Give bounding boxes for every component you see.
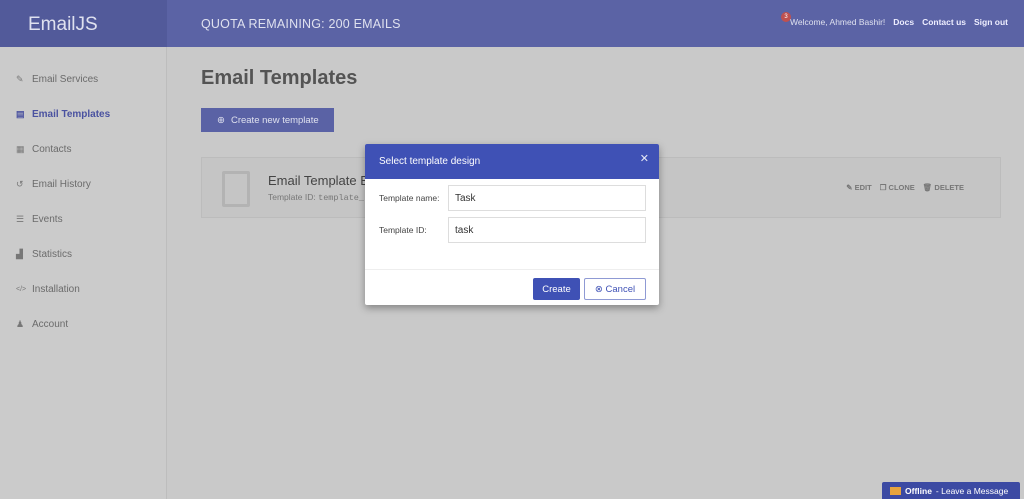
- cancel-circle-icon: ⊗: [594, 283, 603, 295]
- page-title: Email Templates: [201, 67, 358, 89]
- template-id-input[interactable]: [448, 217, 646, 243]
- template-id-label: Template ID:: [379, 225, 427, 235]
- file-icon: ▤: [16, 109, 25, 119]
- chart-icon: ▟: [16, 249, 23, 259]
- sidebar-item-email-history[interactable]: ↺ Email History: [0, 167, 166, 202]
- chat-widget[interactable]: Offline - Leave a Message: [882, 482, 1020, 499]
- clone-button[interactable]: ❐ CLONE: [880, 183, 915, 192]
- template-id: Template ID: template_: [268, 192, 365, 203]
- document-icon: [222, 171, 250, 207]
- main-content: Email Templates ⊕ Create new template Ema…: [201, 47, 1001, 218]
- close-icon[interactable]: ✕: [640, 152, 649, 165]
- sign-out-link[interactable]: Sign out: [974, 17, 1008, 27]
- list-icon: ☰: [16, 214, 25, 224]
- sidebar-item-statistics[interactable]: ▟ Statistics: [0, 237, 166, 272]
- user-icon: ♟: [16, 319, 25, 329]
- address-card-icon: ▦: [16, 144, 25, 154]
- plug-icon: ✎: [16, 74, 24, 84]
- modal-title: Select template design: [379, 156, 481, 167]
- history-icon: ↺: [16, 179, 24, 189]
- sidebar-item-installation[interactable]: </> Installation: [0, 272, 166, 307]
- welcome-text: 3 Welcome, Ahmed Bashir!: [781, 12, 885, 27]
- sidebar-item-account[interactable]: ♟ Account: [0, 307, 166, 342]
- template-name-input[interactable]: [448, 185, 646, 211]
- plus-circle-icon: ⊕: [217, 114, 225, 126]
- sidebar-item-email-services[interactable]: ✎ Email Services: [0, 62, 166, 97]
- sidebar-item-events[interactable]: ☰ Events: [0, 202, 166, 237]
- edit-button[interactable]: ✎ EDIT: [846, 183, 871, 192]
- delete-button[interactable]: 🗑 DELETE: [923, 183, 964, 192]
- top-bar: EmailJS QUOTA REMAINING: 200 EMAILS 3 Wel…: [0, 0, 1024, 47]
- select-template-modal: Select template design ✕ Template name: T…: [365, 144, 659, 305]
- create-button[interactable]: Create: [533, 278, 580, 300]
- code-icon: </>: [16, 286, 27, 293]
- quota-text: QUOTA REMAINING: 200 EMAILS: [201, 16, 401, 31]
- contact-link[interactable]: Contact us: [922, 17, 966, 27]
- logo[interactable]: EmailJS: [0, 0, 167, 47]
- sidebar-item-email-templates[interactable]: ▤ Email Templates: [0, 97, 166, 132]
- sidebar-item-contacts[interactable]: ▦ Contacts: [0, 132, 166, 167]
- envelope-icon: [890, 486, 901, 495]
- template-name: Email Template Ex: [268, 173, 376, 188]
- create-template-button[interactable]: ⊕ Create new template: [201, 108, 334, 132]
- cancel-button[interactable]: ⊗ Cancel: [584, 278, 646, 300]
- sidebar: ✎ Email Services ▤ Email Templates ▦ Contac…: [0, 47, 167, 499]
- docs-link[interactable]: Docs: [893, 17, 914, 27]
- notification-badge[interactable]: 3: [781, 12, 791, 22]
- template-name-label: Template name:: [379, 193, 440, 203]
